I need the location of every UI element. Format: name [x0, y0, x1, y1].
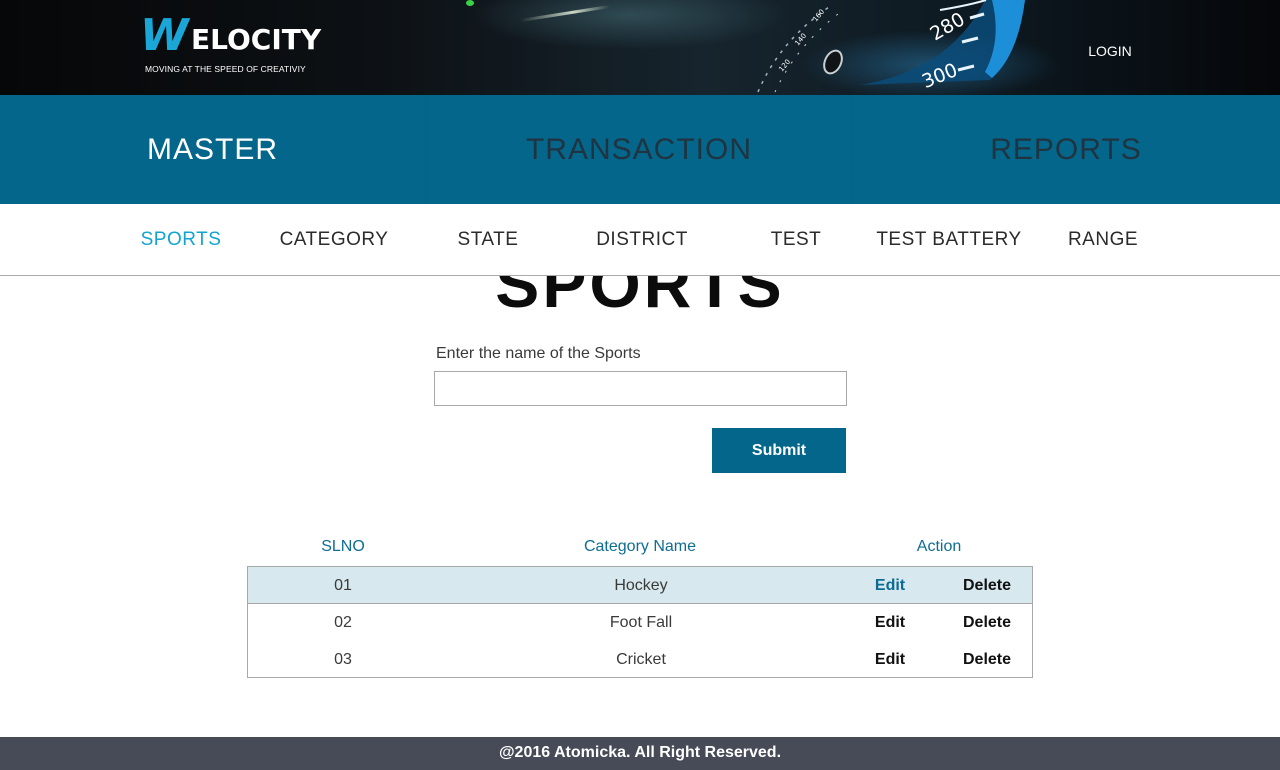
subnav-item-test[interactable]: TEST	[746, 204, 846, 276]
edit-button[interactable]: Edit	[860, 641, 920, 678]
edit-button[interactable]: Edit	[860, 604, 920, 641]
delete-button[interactable]: Delete	[947, 567, 1027, 604]
subnav-item-state[interactable]: STATE	[428, 204, 548, 276]
subnav-item-category[interactable]: CATEGORY	[264, 204, 404, 276]
site-header: 280 300 160 140 120 W ELOCITY MOVING AT …	[0, 0, 1280, 95]
sports-name-input[interactable]	[434, 371, 847, 406]
subnav-item-sports[interactable]: SPORTS	[121, 204, 241, 276]
row-category-name: Foot Fall	[609, 614, 673, 631]
sub-nav: SPORTS CATEGORY STATE DISTRICT TEST TEST…	[0, 204, 1280, 276]
svg-text:120: 120	[777, 58, 792, 73]
sports-table: 01 Hockey Edit Delete 02 Foot Fall Edit …	[247, 566, 1033, 678]
row-category-name: Hockey	[614, 577, 668, 594]
column-header-category-name: Category Name	[583, 538, 697, 555]
login-link[interactable]: LOGIN	[1082, 42, 1138, 60]
subnav-item-range[interactable]: RANGE	[1048, 204, 1158, 276]
copyright-text: @2016 Atomicka. All Right Reserved.	[498, 744, 782, 761]
brand-logo[interactable]: W ELOCITY MOVING AT THE SPEED OF CREATIV…	[140, 10, 322, 76]
tab-reports[interactable]: REPORTS	[852, 95, 1280, 204]
tab-master[interactable]: MASTER	[0, 95, 426, 204]
row-slno: 03	[334, 651, 352, 668]
column-header-action: Action	[916, 538, 962, 555]
table-row: 02 Foot Fall Edit Delete	[248, 604, 1032, 641]
submit-button[interactable]: Submit	[712, 428, 846, 473]
logo-wordmark: ELOCITY	[191, 23, 322, 56]
tab-transaction[interactable]: TRANSACTION	[426, 95, 852, 204]
sports-name-label: Enter the name of the Sports	[436, 345, 641, 362]
row-category-name: Cricket	[616, 651, 666, 668]
edit-button[interactable]: Edit	[860, 567, 920, 604]
header-background-light	[466, 0, 474, 6]
svg-text:160: 160	[811, 8, 826, 23]
delete-button[interactable]: Delete	[947, 641, 1027, 678]
table-row: 01 Hockey Edit Delete	[248, 567, 1032, 604]
logo-mark: W	[140, 10, 189, 61]
table-row: 03 Cricket Edit Delete	[248, 641, 1032, 678]
column-header-slno: SLNO	[321, 538, 365, 555]
delete-button[interactable]: Delete	[947, 604, 1027, 641]
site-footer: @2016 Atomicka. All Right Reserved.	[0, 737, 1280, 770]
speedometer-graphic: 280 300 160 140 120	[757, 0, 1025, 93]
subnav-item-district[interactable]: DISTRICT	[577, 204, 707, 276]
subnav-item-test-battery[interactable]: TEST BATTERY	[864, 204, 1034, 276]
row-slno: 01	[334, 577, 352, 594]
logo-tagline: MOVING AT THE SPEED OF CREATIVIY	[145, 64, 306, 74]
row-slno: 02	[334, 614, 352, 631]
main-nav: MASTER TRANSACTION REPORTS	[0, 95, 1280, 204]
